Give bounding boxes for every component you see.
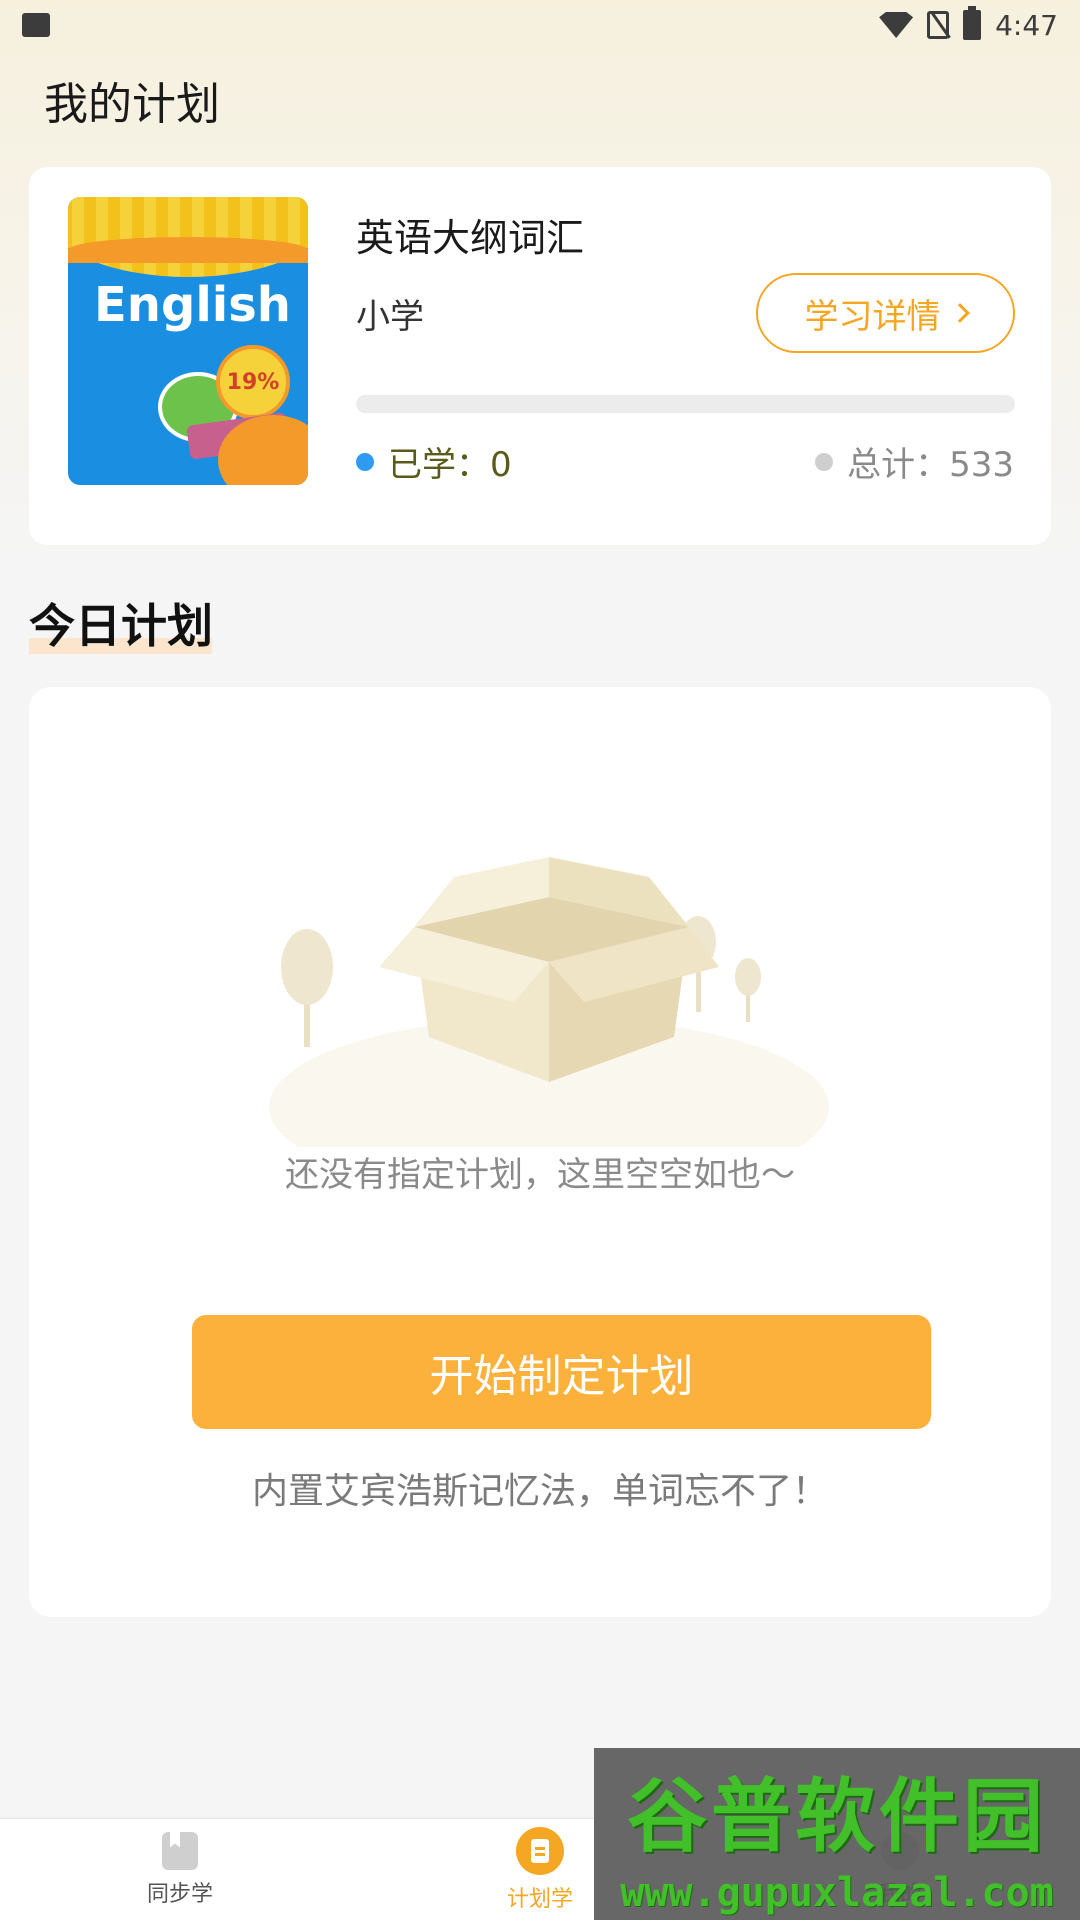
tab-sync-study[interactable]: 同步学	[0, 1819, 360, 1920]
learned-label: 已学：0	[388, 445, 512, 485]
chevron-right-icon	[949, 303, 970, 323]
learned-dot-icon	[356, 452, 374, 471]
book-cover-title: English	[94, 277, 291, 333]
tab-sync-study-label: 同步学	[146, 1881, 213, 1907]
total-label: 总计：533	[847, 445, 1014, 485]
status-time: 4:47	[995, 8, 1058, 42]
battery-icon	[963, 6, 982, 40]
tab-plan-study-label: 计划学	[506, 1886, 573, 1912]
tree-left-icon	[281, 929, 333, 1047]
watermark-url: www.gupuxlazal.com	[620, 1870, 1054, 1916]
status-bar: 4:47	[0, 0, 1080, 50]
progress-bar	[356, 395, 1015, 413]
wifi-icon	[879, 12, 914, 38]
today-plan-card: 还没有指定计划，这里空空如也～ 开始制定计划 内置艾宾浩斯记忆法，单词忘不了！	[29, 687, 1051, 1617]
study-detail-label: 学习详情	[804, 296, 941, 337]
total-count: 总计：533	[815, 437, 1014, 486]
plan-name: 英语大纲词汇	[356, 216, 585, 260]
book-cover-image: English 19%	[68, 197, 308, 485]
plan-level: 小学	[356, 297, 424, 337]
empty-box-illustration	[269, 857, 829, 1147]
plan-icon	[516, 1826, 564, 1875]
memory-method-hint: 内置艾宾浩斯记忆法，单词忘不了！	[251, 1471, 828, 1512]
start-plan-button[interactable]: 开始制定计划	[192, 1315, 931, 1429]
plan-card[interactable]: English 19% 英语大纲词汇 小学 学习详情 已学：0 总计：533	[29, 167, 1051, 545]
site-watermark: 谷普软件园 www.gupuxlazal.com	[594, 1748, 1080, 1920]
book-cover-badge: 19%	[216, 345, 290, 419]
today-plan-title: 今日计划	[29, 599, 213, 653]
total-dot-icon	[815, 452, 834, 471]
no-sim-icon	[927, 11, 950, 39]
page-title: 我的计划	[44, 79, 220, 130]
study-detail-button[interactable]: 学习详情	[756, 273, 1015, 353]
book-icon	[162, 1831, 198, 1870]
empty-state-text: 还没有指定计划，这里空空如也～	[285, 1155, 795, 1195]
learned-count: 已学：0	[356, 437, 512, 486]
gallery-icon	[22, 13, 50, 37]
watermark-text: 谷普软件园	[627, 1770, 1047, 1863]
